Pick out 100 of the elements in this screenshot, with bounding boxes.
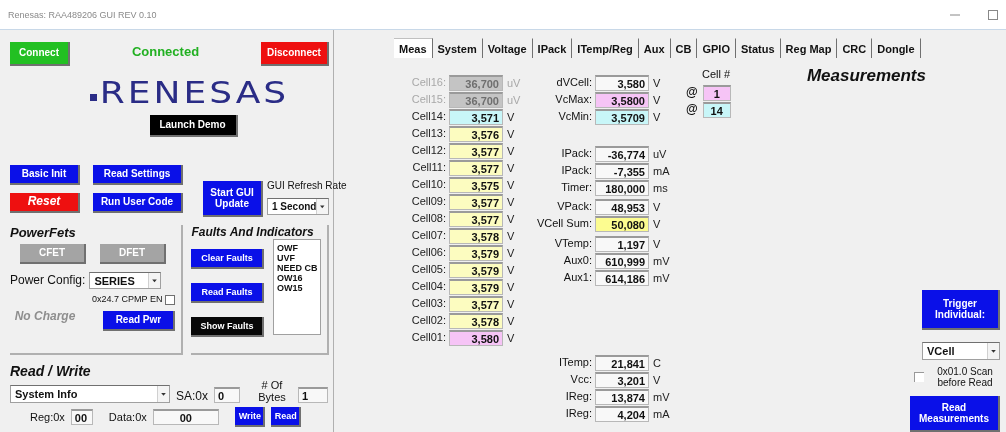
unit-label: V (653, 93, 661, 106)
cell-label: Cell06: (410, 246, 446, 259)
tab[interactable]: Status (735, 38, 781, 58)
unit-label: mV (653, 390, 670, 403)
reading-value: 48,953 (595, 198, 649, 215)
tab[interactable]: GPIO (697, 38, 736, 58)
cpmp-label: 0x24.7 CPMP EN (92, 295, 163, 305)
reading-label: Aux0: (562, 254, 592, 267)
unit-label: uV (653, 147, 667, 160)
tab[interactable]: CB (670, 38, 698, 58)
reading-value: 180,000 (595, 179, 649, 196)
reg-label: Reg:0x (30, 411, 65, 424)
reading-value: 3,580 (595, 74, 649, 91)
group-title: PowerFets (10, 225, 77, 240)
fault-button[interactable]: Show Faults (191, 317, 265, 337)
read-measurements-button[interactable]: Read Measurements (910, 396, 1000, 432)
reading-value: -36,774 (595, 145, 649, 162)
reading-value: -7,355 (595, 162, 649, 179)
run-user-code-button[interactable]: Run User Code (93, 193, 183, 213)
reading-label: IPack: (560, 147, 592, 160)
cell-label: Cell14: (410, 110, 446, 123)
basic-init-button[interactable]: Basic Init (10, 165, 80, 185)
unit-label: V (507, 297, 515, 310)
disconnect-button[interactable]: Disconnect (261, 42, 329, 66)
fault-item: NEED CB (277, 263, 317, 273)
reading-label: Vcc: (569, 373, 592, 386)
unit-label: V (507, 229, 515, 242)
reading-label: IReg: (564, 390, 592, 403)
unit-label: mV (653, 254, 670, 267)
reading-value: 21,841 (595, 354, 649, 371)
unit-label: V (507, 212, 515, 225)
reading-label: VCell Sum: (535, 217, 592, 230)
dropdown[interactable]: VCell (922, 342, 1000, 360)
cell-label: Cell07: (410, 229, 446, 242)
bytes-field[interactable]: 1 (298, 387, 328, 404)
cell-value: 3,576 (449, 125, 503, 142)
cell-label: Cell16: (410, 76, 446, 89)
tab[interactable]: Dongle (872, 38, 921, 58)
reading-label: IReg: (564, 407, 592, 420)
power-config-label: Power Config: (10, 273, 86, 288)
tab[interactable]: Reg Map (780, 38, 838, 58)
unit-label: V (507, 331, 515, 344)
charge-status: No Charge (13, 310, 77, 324)
reg-field[interactable]: 00 (70, 409, 93, 426)
cell-label: Cell04: (410, 280, 446, 293)
group-title: Read / Write (10, 363, 92, 379)
unit-label: V (653, 237, 661, 250)
fault-button[interactable]: Read Faults (191, 283, 265, 303)
reading-value: 13,874 (595, 388, 649, 405)
cell-number-value: 14 (702, 101, 731, 118)
cell-label: Cell02: (410, 314, 446, 327)
cell-value: 3,571 (449, 108, 503, 125)
read-settings-button[interactable]: Read Settings (93, 165, 183, 185)
fault-item: UVF (277, 253, 296, 263)
tab[interactable]: IPack (532, 38, 573, 58)
cell-label: Cell08: (410, 212, 446, 225)
unit-label: uV (507, 93, 521, 106)
unit-label: V (507, 127, 515, 140)
reading-value: 610,999 (595, 252, 649, 269)
group-title: Faults And Indicators (191, 225, 315, 239)
reading-label: Aux1: (562, 271, 592, 284)
tab[interactable]: Voltage (482, 38, 533, 58)
tab[interactable]: CRC (837, 38, 873, 58)
dropdown[interactable]: System Info (10, 385, 170, 404)
fault-item: OW15 (277, 283, 304, 293)
tab[interactable]: Meas (394, 38, 433, 58)
data-field[interactable]: 00 (152, 409, 219, 426)
tab[interactable]: Aux (638, 38, 671, 58)
reset-button[interactable]: Reset (10, 193, 80, 213)
sa-field[interactable]: 0 (214, 387, 240, 404)
reading-label: VcMin: (557, 110, 592, 123)
connection-status: Connected (131, 43, 200, 59)
cell-number-heading: Cell # (702, 68, 732, 81)
register-button[interactable]: Write (234, 407, 265, 428)
tab[interactable]: System (432, 38, 483, 58)
cell-label: Cell01: (410, 331, 446, 344)
unit-label: uV (507, 76, 521, 89)
tab[interactable]: ITemp/Reg (572, 38, 639, 58)
unit-label: mA (653, 164, 670, 177)
cell-value: 3,579 (449, 261, 503, 278)
trigger-individual-button[interactable]: Trigger Individual: (922, 290, 1000, 330)
read-pwr-button[interactable]: Read Pwr (103, 311, 176, 331)
cell-label: Cell15: (410, 93, 446, 106)
unit-label: V (653, 110, 661, 123)
dropdown[interactable]: SERIES (89, 272, 162, 289)
register-button[interactable]: Read (270, 407, 301, 428)
start-gui-update-button[interactable]: Start GUI Update (203, 181, 263, 217)
reading-label: VPack: (556, 200, 592, 213)
reading-label: dVCell: (555, 76, 592, 89)
cell-label: Cell10: (410, 178, 446, 191)
launch-demo-button[interactable]: Launch Demo (149, 115, 238, 137)
cell-value: 3,577 (449, 295, 503, 312)
reading-label: VcMax: (554, 93, 592, 106)
cell-value: 36,700 (449, 74, 503, 91)
bytes-label: # Of Bytes (257, 379, 287, 404)
fault-item: OW16 (277, 273, 304, 283)
unit-label: V (653, 200, 661, 213)
fault-button[interactable]: Clear Faults (191, 249, 265, 269)
dropdown[interactable]: 1 Second (267, 197, 329, 215)
cell-value: 3,579 (449, 244, 503, 261)
